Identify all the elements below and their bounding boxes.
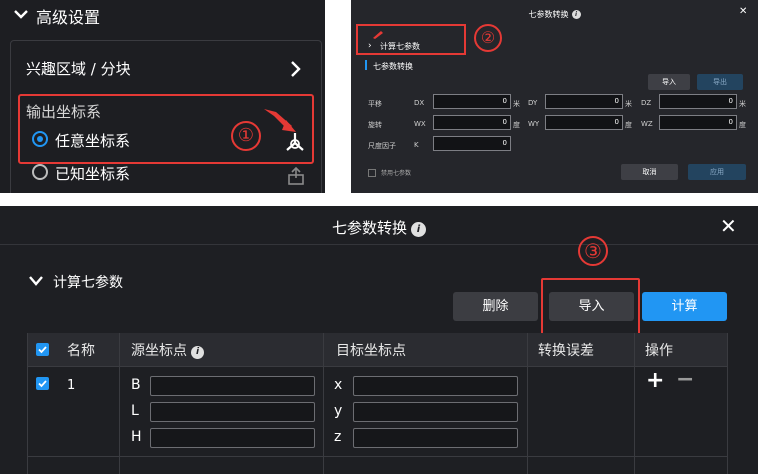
- field-label-dx: DX: [414, 99, 425, 107]
- disable-seven-param-checkbox[interactable]: [368, 169, 376, 177]
- dz-input[interactable]: 0: [659, 94, 737, 109]
- table-border: [727, 333, 728, 474]
- source-axis-label: B: [131, 377, 141, 393]
- option-known-coord[interactable]: 已知坐标系: [55, 163, 130, 184]
- source-b-input[interactable]: [150, 376, 315, 396]
- calculate-button[interactable]: 计算: [642, 292, 727, 321]
- table-border: [27, 333, 28, 474]
- column-divider: [119, 333, 120, 474]
- close-icon[interactable]: ✕: [720, 214, 737, 238]
- dialog-title: 七参数转换 i: [351, 9, 758, 20]
- interest-area-label[interactable]: 兴趣区域 / 分块: [26, 58, 131, 79]
- step-marker-1: ①: [231, 121, 261, 151]
- title-divider: [0, 244, 758, 245]
- import-button[interactable]: 导入: [648, 74, 690, 90]
- source-h-input[interactable]: [150, 428, 315, 448]
- radio-arbitrary-coord[interactable]: [32, 131, 48, 147]
- source-axis-label: H: [131, 429, 142, 445]
- chevron-right-icon[interactable]: [288, 60, 302, 78]
- step-marker-2: ②: [474, 24, 502, 52]
- delete-button[interactable]: 删除: [453, 292, 538, 321]
- column-divider: [634, 333, 635, 474]
- chevron-down-icon[interactable]: [28, 274, 44, 288]
- disable-seven-param-label[interactable]: 禁用七参数: [381, 168, 411, 177]
- field-label-wy: WY: [528, 120, 540, 128]
- subsection-title: 七参数转换: [373, 62, 413, 71]
- section-title-calc[interactable]: 计算七参数: [380, 41, 420, 52]
- column-header-source: 源坐标点 i: [131, 340, 204, 360]
- dialog-title-text: 七参数转换: [528, 10, 569, 19]
- source-l-input[interactable]: [150, 402, 315, 422]
- unit-wx: 度: [513, 121, 520, 129]
- row-divider: [27, 456, 727, 457]
- info-icon[interactable]: i: [191, 346, 204, 359]
- wz-input[interactable]: 0: [659, 115, 737, 130]
- target-z-input[interactable]: [353, 428, 518, 448]
- option-arbitrary-coord[interactable]: 任意坐标系: [55, 130, 130, 151]
- column-header-actions: 操作: [645, 343, 673, 359]
- column-divider: [527, 333, 528, 474]
- field-label-dz: DZ: [641, 99, 652, 107]
- step-marker-3: ③: [578, 236, 608, 266]
- section-accent-bar: [365, 60, 367, 70]
- cancel-button[interactable]: 取消: [621, 164, 678, 180]
- field-label-wz: WZ: [641, 120, 653, 128]
- target-axis-label: x: [334, 377, 343, 393]
- upload-file-icon[interactable]: [286, 166, 306, 186]
- unit-wy: 度: [625, 121, 632, 129]
- check-icon: [38, 346, 47, 354]
- wy-input[interactable]: 0: [545, 115, 623, 130]
- close-icon[interactable]: ✕: [739, 6, 747, 17]
- column-header-source-text: 源坐标点: [131, 343, 187, 359]
- advanced-settings-title: 高级设置: [36, 8, 101, 27]
- target-axis-label: y: [334, 403, 343, 419]
- select-all-checkbox[interactable]: [36, 343, 49, 356]
- output-coord-label: 输出坐标系: [26, 103, 102, 121]
- seven-param-large-dialog: 七参数转换 i ✕ 计算七参数 ③ 删除 导入 计算 名称 源坐标点 i 目标坐标点…: [0, 206, 758, 474]
- check-icon: [38, 380, 47, 388]
- row-label-rotation: 旋转: [368, 121, 382, 129]
- column-header-error: 转换误差: [538, 343, 594, 359]
- radio-known-coord[interactable]: [32, 164, 48, 180]
- advanced-settings-panel: 高级设置 兴趣区域 / 分块 输出坐标系 任意坐标系 已知坐标系 ①: [0, 0, 325, 193]
- k-input[interactable]: 0: [433, 136, 511, 151]
- field-label-dy: DY: [528, 99, 538, 107]
- field-label-wx: WX: [414, 120, 426, 128]
- chevron-right-icon[interactable]: ›: [368, 41, 372, 51]
- unit-dx: 米: [513, 100, 520, 108]
- section-title-calc[interactable]: 计算七参数: [53, 272, 123, 292]
- column-divider: [323, 333, 324, 474]
- wx-input[interactable]: 0: [433, 115, 511, 130]
- target-axis-label: z: [334, 429, 342, 445]
- unit-wz: 度: [739, 121, 746, 129]
- column-header-name: 名称: [67, 343, 95, 359]
- callout-arrow-icon: [373, 31, 383, 39]
- source-axis-label: L: [131, 403, 139, 419]
- row-name: 1: [67, 378, 76, 393]
- chevron-down-icon[interactable]: [12, 5, 30, 23]
- row-label-translation: 平移: [368, 100, 382, 108]
- dx-input[interactable]: 0: [433, 94, 511, 109]
- dialog-title: 七参数转换 i: [0, 217, 758, 238]
- row-label-scale: 尺度因子: [368, 142, 396, 150]
- target-y-input[interactable]: [353, 402, 518, 422]
- unit-dy: 米: [625, 100, 632, 108]
- info-icon[interactable]: i: [571, 10, 581, 19]
- unit-dz: 米: [739, 100, 746, 108]
- apply-button[interactable]: 应用: [688, 164, 746, 180]
- column-header-target: 目标坐标点: [336, 343, 406, 359]
- highlight-box-step3: [541, 278, 640, 336]
- export-button[interactable]: 导出: [697, 74, 743, 90]
- add-row-icon[interactable]: +: [646, 370, 664, 392]
- axis-tripod-icon[interactable]: [284, 131, 306, 153]
- info-icon[interactable]: i: [411, 222, 426, 237]
- row-checkbox[interactable]: [36, 377, 49, 390]
- header-divider: [27, 366, 727, 367]
- dy-input[interactable]: 0: [545, 94, 623, 109]
- field-label-k: K: [414, 141, 419, 149]
- remove-row-icon[interactable]: −: [676, 369, 694, 391]
- target-x-input[interactable]: [353, 376, 518, 396]
- seven-param-small-dialog: 七参数转换 i ✕ › 计算七参数 ② 七参数转换 导入 导出 平移 DX 0 米…: [351, 0, 758, 193]
- dialog-title-text: 七参数转换: [331, 219, 407, 237]
